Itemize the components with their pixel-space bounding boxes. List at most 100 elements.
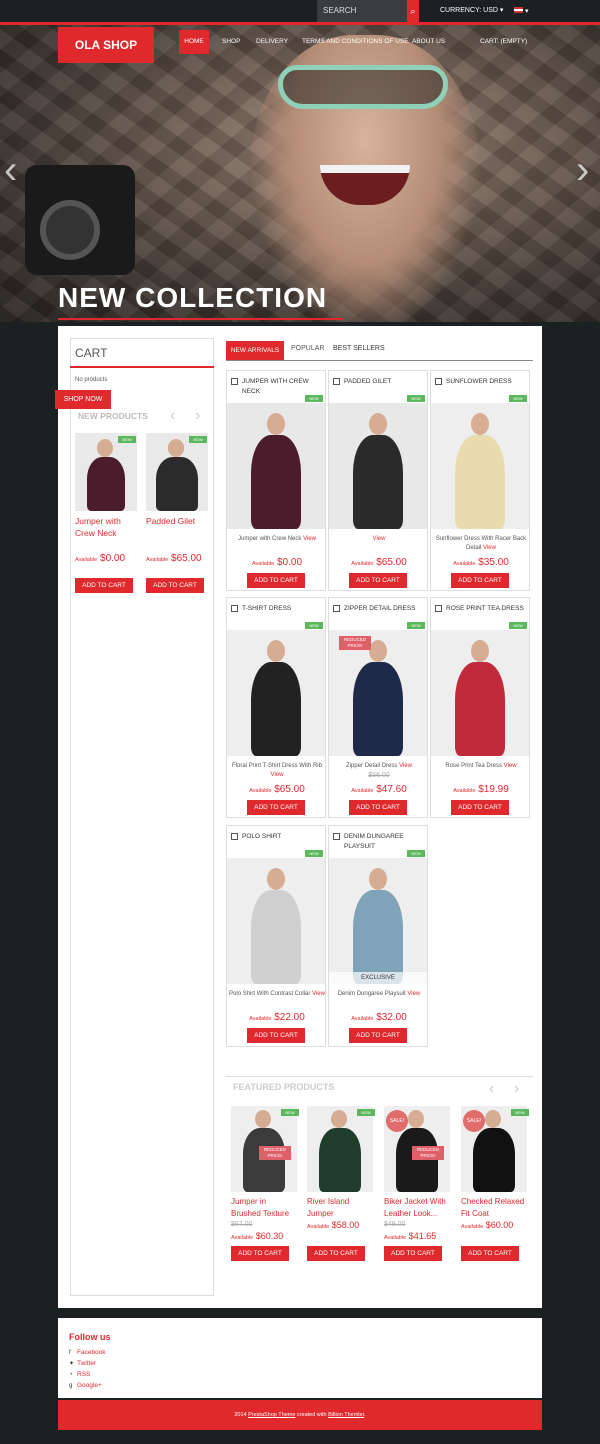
product-title[interactable]: POLO SHIRT	[242, 832, 322, 842]
new-products-next-icon[interactable]: ›	[195, 407, 200, 425]
product-price: Available $32.00	[351, 1012, 407, 1023]
add-to-cart-button[interactable]: ADD TO CART	[247, 800, 305, 815]
product-price: Available $60.00	[461, 1220, 514, 1230]
add-to-cart-button[interactable]: ADD TO CART	[349, 800, 407, 815]
view-link[interactable]: View	[312, 991, 325, 997]
themler-link[interactable]: Billion Themler	[328, 1412, 364, 1418]
currency-selector[interactable]: CURRENCY: USD ▾	[440, 0, 503, 22]
product-name-line1[interactable]: Jumper with	[75, 515, 147, 527]
product-price: Available $65.00	[146, 553, 202, 564]
new-badge: NEW	[511, 1109, 529, 1116]
add-to-cart-button[interactable]: ADD TO CART	[461, 1246, 519, 1261]
prestashop-link[interactable]: PrestaShop Theme	[248, 1412, 295, 1418]
product-name-line2[interactable]: Brushed Texture	[231, 1208, 303, 1220]
product-title[interactable]: T-SHIRT DRESS	[242, 604, 322, 614]
rss-link[interactable]: ◔ RSS	[69, 1371, 90, 1378]
product-price: Available $47.60	[351, 784, 407, 795]
add-to-cart-button[interactable]: ADD TO CART	[247, 1028, 305, 1043]
product-price: Available $58.00	[307, 1220, 360, 1230]
new-badge: NEW	[407, 850, 425, 857]
product-image[interactable]: NEW	[146, 433, 208, 511]
new-badge: NEW	[407, 622, 425, 629]
product-name-line2[interactable]: Crew Neck	[75, 527, 147, 539]
view-link[interactable]: View	[373, 536, 386, 542]
add-to-cart-button[interactable]: ADD TO CART	[451, 573, 509, 588]
product-image[interactable]	[227, 858, 325, 984]
product-title[interactable]: JUMPER WITH CREW NECK	[242, 377, 322, 397]
shop-now-button[interactable]: SHOP NOW	[55, 390, 111, 409]
product-name-line1[interactable]: River Island	[307, 1196, 379, 1208]
compare-checkbox[interactable]	[231, 833, 238, 840]
compare-checkbox[interactable]	[435, 378, 442, 385]
product-name-line1[interactable]: Checked Relaxed	[461, 1196, 533, 1208]
search-icon[interactable]: ⌕	[407, 0, 419, 22]
tab-best-sellers[interactable]: BEST SELLERS	[333, 345, 385, 361]
view-link[interactable]: View	[483, 545, 496, 551]
view-link[interactable]: View	[504, 763, 517, 769]
product-image[interactable]	[307, 1106, 373, 1192]
product-name-line2[interactable]: Leather Look...	[384, 1208, 456, 1220]
nav-delivery[interactable]: DELIVERY	[256, 30, 288, 54]
product-title[interactable]: ROSE PRINT TEA DRESS	[446, 604, 526, 614]
product-card: PADDED GILET NEW View Available $65.00 A…	[328, 370, 428, 591]
compare-checkbox[interactable]	[231, 378, 238, 385]
compare-checkbox[interactable]	[333, 833, 340, 840]
search-input[interactable]: SEARCH	[317, 0, 407, 22]
add-to-cart-button[interactable]: ADD TO CART	[384, 1246, 442, 1261]
product-image[interactable]	[431, 630, 529, 756]
product-name-line1[interactable]: Biker Jacket With	[384, 1196, 456, 1208]
nav-home[interactable]: HOME	[179, 30, 209, 54]
language-selector[interactable]: ▾	[514, 7, 530, 15]
add-to-cart-button[interactable]: ADD TO CART	[451, 800, 509, 815]
product-image[interactable]	[431, 403, 529, 529]
product-title[interactable]: ZIPPER DETAIL DRESS	[344, 604, 424, 614]
product-title[interactable]: SUNFLOWER DRESS	[446, 377, 526, 387]
product-image[interactable]	[329, 858, 427, 984]
compare-checkbox[interactable]	[231, 605, 238, 612]
view-link[interactable]: View	[271, 772, 284, 778]
product-card: SUNFLOWER DRESS NEW Sunflower Dress With…	[430, 370, 530, 591]
facebook-link[interactable]: f Facebook	[69, 1349, 106, 1356]
slider-next-icon[interactable]: ›	[576, 150, 589, 190]
product-title[interactable]: DENIM DUNGAREE PLAYSUIT	[344, 832, 424, 852]
product-image[interactable]	[227, 403, 325, 529]
slide-title-underline	[58, 318, 343, 320]
product-image[interactable]	[227, 630, 325, 756]
add-to-cart-button[interactable]: ADD TO CART	[146, 578, 204, 593]
add-to-cart-button[interactable]: ADD TO CART	[247, 573, 305, 588]
compare-checkbox[interactable]	[333, 605, 340, 612]
top-bar	[0, 0, 600, 22]
twitter-link[interactable]: ✦ Twitter	[69, 1360, 96, 1367]
google-plus-link[interactable]: g Google+	[69, 1382, 102, 1389]
nav-terms[interactable]: TERMS AND CONDITIONS OF USE	[302, 30, 409, 54]
product-name-line1[interactable]: Padded Gilet	[146, 515, 218, 527]
product-title[interactable]: PADDED GILET	[344, 377, 424, 387]
product-image[interactable]	[329, 403, 427, 529]
compare-checkbox[interactable]	[435, 605, 442, 612]
nav-cart[interactable]: CART: (EMPTY)	[480, 30, 527, 54]
featured-prev-icon[interactable]: ‹	[489, 1080, 494, 1098]
product-name-line1[interactable]: Jumper in	[231, 1196, 303, 1208]
product-name-line2[interactable]: Jumper	[307, 1208, 379, 1220]
view-link[interactable]: View	[399, 763, 412, 769]
view-link[interactable]: View	[407, 991, 420, 997]
new-products-prev-icon[interactable]: ‹	[170, 407, 175, 425]
nav-shop[interactable]: SHOP	[222, 30, 240, 54]
featured-next-icon[interactable]: ›	[514, 1080, 519, 1098]
add-to-cart-button[interactable]: ADD TO CART	[349, 573, 407, 588]
tab-popular[interactable]: POPULAR	[291, 345, 324, 361]
add-to-cart-button[interactable]: ADD TO CART	[75, 578, 133, 593]
view-link[interactable]: View	[303, 536, 316, 542]
add-to-cart-button[interactable]: ADD TO CART	[307, 1246, 365, 1261]
product-name-line2[interactable]: Fit Coat	[461, 1208, 533, 1220]
nav-about[interactable]: ABOUT US	[412, 30, 445, 54]
add-to-cart-button[interactable]: ADD TO CART	[349, 1028, 407, 1043]
product-image[interactable]: NEW	[75, 433, 137, 511]
slider-prev-icon[interactable]: ‹	[4, 150, 17, 190]
reduced-price-badge: REDUCED PRICE!	[339, 636, 371, 650]
add-to-cart-button[interactable]: ADD TO CART	[231, 1246, 289, 1261]
tab-new-arrivals[interactable]: NEW ARRIVALS	[226, 341, 284, 360]
compare-checkbox[interactable]	[333, 378, 340, 385]
product-price: Available $0.00	[251, 557, 303, 568]
site-logo[interactable]: OLA SHOP	[58, 27, 154, 63]
